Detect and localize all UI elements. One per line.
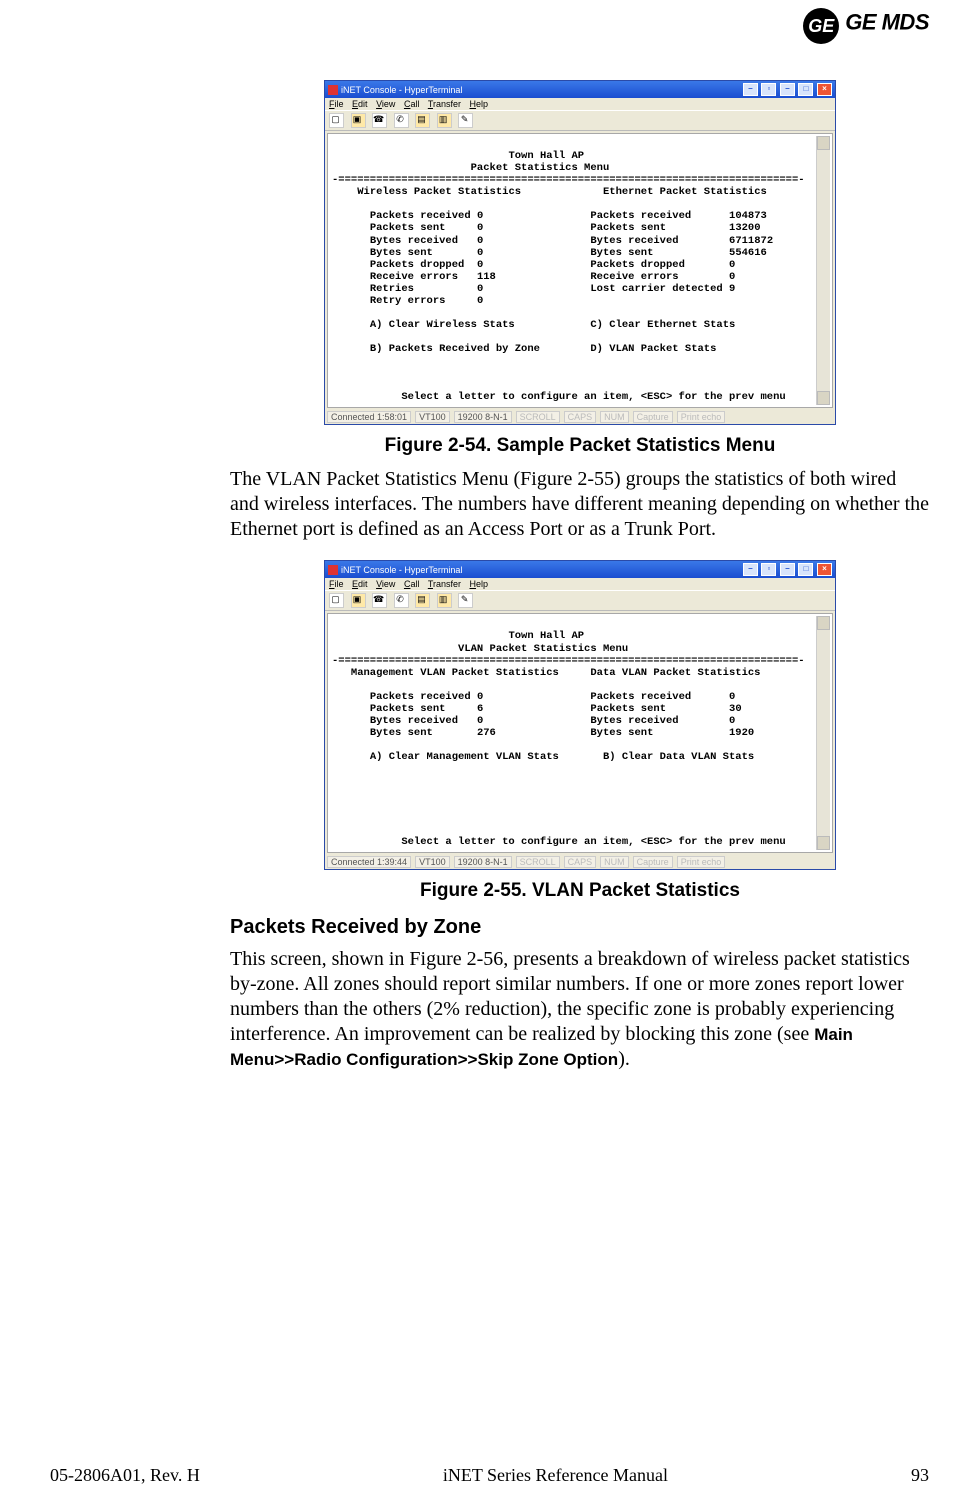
status-caps: CAPS: [564, 856, 597, 868]
figure-caption-255: Figure 2-55. VLAN Packet Statistics: [230, 880, 930, 902]
minimize-button[interactable]: –: [780, 83, 795, 96]
restore-button[interactable]: ▫: [761, 563, 776, 576]
status-emulation: VT100: [415, 856, 450, 868]
minimize-button[interactable]: –: [743, 563, 758, 576]
window-titlebar[interactable]: iNET Console - HyperTerminal – ▫ – □ ×: [325, 81, 835, 98]
send-icon[interactable]: ▤: [415, 113, 430, 128]
terminal-output[interactable]: Town Hall AP Packet Statistics Menu -===…: [330, 136, 816, 405]
menu-call[interactable]: Call: [404, 99, 420, 109]
page-footer: 05-2806A01, Rev. H iNET Series Reference…: [50, 1465, 929, 1486]
close-button[interactable]: ×: [817, 83, 832, 96]
status-connection: Connected 1:39:44: [327, 856, 411, 868]
receive-icon[interactable]: ▥: [437, 593, 452, 608]
status-echo: Print echo: [677, 411, 726, 423]
window-menubar[interactable]: File Edit View Call Transfer Help: [325, 578, 835, 590]
status-settings: 19200 8-N-1: [454, 411, 512, 423]
menu-call[interactable]: Call: [404, 579, 420, 589]
window-titlebar[interactable]: iNET Console - HyperTerminal – ▫ – □ ×: [325, 561, 835, 578]
status-num: NUM: [600, 856, 629, 868]
status-settings: 19200 8-N-1: [454, 856, 512, 868]
status-scroll: SCROLL: [516, 411, 560, 423]
app-icon: [328, 565, 338, 575]
close-button[interactable]: ×: [817, 563, 832, 576]
new-icon[interactable]: ▢: [329, 593, 344, 608]
footer-docnum: 05-2806A01, Rev. H: [50, 1465, 200, 1486]
menu-view[interactable]: View: [376, 99, 395, 109]
menu-help[interactable]: Help: [470, 99, 489, 109]
status-num: NUM: [600, 411, 629, 423]
window-statusbar: Connected 1:39:44 VT100 19200 8-N-1 SCRO…: [325, 855, 835, 869]
body-paragraph-2: This screen, shown in Figure 2-56, prese…: [230, 947, 930, 1072]
open-icon[interactable]: ▣: [351, 593, 366, 608]
disconnect-icon[interactable]: ✆: [394, 113, 409, 128]
terminal-scrollbar[interactable]: [816, 136, 830, 405]
hyperterminal-window-1: iNET Console - HyperTerminal – ▫ – □ × F…: [324, 80, 836, 425]
window-menubar[interactable]: File Edit View Call Transfer Help: [325, 98, 835, 110]
status-scroll: SCROLL: [516, 856, 560, 868]
status-emulation: VT100: [415, 411, 450, 423]
app-icon: [328, 85, 338, 95]
menu-edit[interactable]: Edit: [352, 579, 368, 589]
brand-text: GE MDS: [845, 10, 929, 35]
restore-button[interactable]: ▫: [761, 83, 776, 96]
minimize-button[interactable]: –: [743, 83, 758, 96]
menu-help[interactable]: Help: [470, 579, 489, 589]
hyperterminal-window-2: iNET Console - HyperTerminal – ▫ – □ × F…: [324, 560, 836, 869]
ge-monogram-icon: GE: [803, 8, 839, 44]
brand-logo: GEGE MDS: [803, 8, 929, 44]
open-icon[interactable]: ▣: [351, 113, 366, 128]
minimize-button[interactable]: –: [780, 563, 795, 576]
properties-icon[interactable]: ✎: [458, 113, 473, 128]
body-paragraph-1: The VLAN Packet Statistics Menu (Figure …: [230, 467, 930, 542]
status-echo: Print echo: [677, 856, 726, 868]
call-icon[interactable]: ☎: [372, 113, 387, 128]
menu-view[interactable]: View: [376, 579, 395, 589]
terminal-scrollbar[interactable]: [816, 616, 830, 849]
footer-pagenum: 93: [911, 1465, 929, 1486]
menu-transfer[interactable]: Transfer: [428, 579, 461, 589]
disconnect-icon[interactable]: ✆: [394, 593, 409, 608]
figure-caption-254: Figure 2-54. Sample Packet Statistics Me…: [230, 435, 930, 457]
receive-icon[interactable]: ▥: [437, 113, 452, 128]
status-caps: CAPS: [564, 411, 597, 423]
section-heading: Packets Received by Zone: [230, 916, 930, 939]
status-capture: Capture: [633, 411, 673, 423]
maximize-button[interactable]: □: [798, 83, 813, 96]
footer-title: iNET Series Reference Manual: [443, 1465, 668, 1486]
new-icon[interactable]: ▢: [329, 113, 344, 128]
menu-file[interactable]: File: [329, 579, 344, 589]
maximize-button[interactable]: □: [798, 563, 813, 576]
status-connection: Connected 1:58:01: [327, 411, 411, 423]
call-icon[interactable]: ☎: [372, 593, 387, 608]
window-toolbar[interactable]: ▢ ▣ ☎ ✆ ▤ ▥ ✎: [325, 590, 835, 611]
window-statusbar: Connected 1:58:01 VT100 19200 8-N-1 SCRO…: [325, 410, 835, 424]
menu-file[interactable]: File: [329, 99, 344, 109]
window-title: iNET Console - HyperTerminal: [341, 565, 462, 575]
window-toolbar[interactable]: ▢ ▣ ☎ ✆ ▤ ▥ ✎: [325, 110, 835, 131]
window-title: iNET Console - HyperTerminal: [341, 85, 462, 95]
menu-edit[interactable]: Edit: [352, 99, 368, 109]
terminal-output[interactable]: Town Hall AP VLAN Packet Statistics Menu…: [330, 616, 816, 849]
properties-icon[interactable]: ✎: [458, 593, 473, 608]
menu-transfer[interactable]: Transfer: [428, 99, 461, 109]
send-icon[interactable]: ▤: [415, 593, 430, 608]
status-capture: Capture: [633, 856, 673, 868]
